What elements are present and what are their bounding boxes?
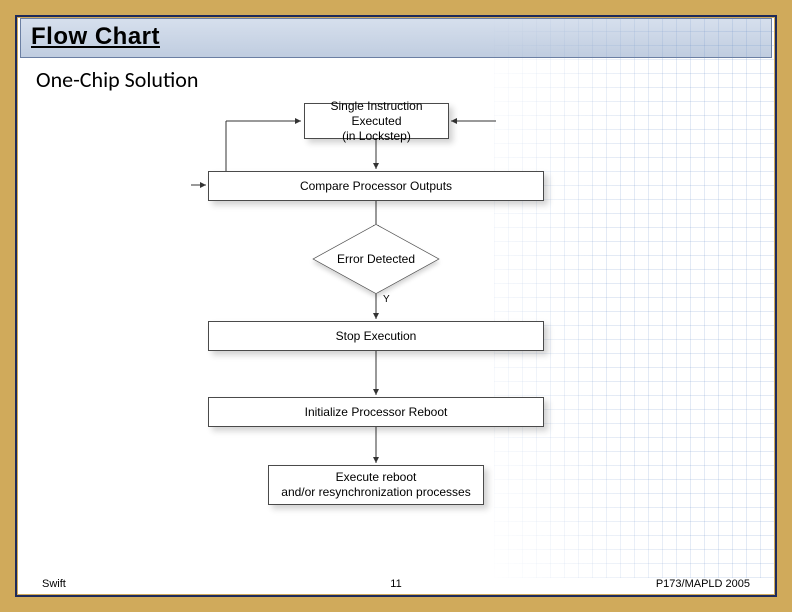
- flow-step-instruction: Single Instruction Executed (in Lockstep…: [304, 103, 449, 139]
- flow-step-instruction-line1: Single Instruction Executed: [311, 99, 442, 129]
- flow-step-stop: Stop Execution: [208, 321, 544, 351]
- flow-step-stop-label: Stop Execution: [336, 329, 417, 344]
- flow-step-execute-line1: Execute reboot: [281, 470, 470, 485]
- slide-footer: Swift 11 P173/MAPLD 2005: [18, 578, 774, 590]
- flowchart: Y Single Instruction Executed (in Lockst…: [136, 97, 656, 543]
- subtitle: One-Chip Solution: [36, 66, 774, 93]
- flow-step-execute-reboot: Execute reboot and/or resynchronization …: [268, 465, 484, 505]
- flow-step-execute-line2: and/or resynchronization processes: [281, 485, 470, 500]
- flow-step-reboot-init: Initialize Processor Reboot: [208, 397, 544, 427]
- flow-step-instruction-line2: (in Lockstep): [311, 129, 442, 144]
- flow-step-compare: Compare Processor Outputs: [208, 171, 544, 201]
- slide-content: Flow Chart One-Chip Solution: [18, 18, 774, 594]
- flow-decision-error: Error Detected: [291, 231, 461, 287]
- page-title: Flow Chart: [31, 23, 761, 51]
- footer-page-number: 11: [18, 578, 774, 590]
- decision-yes-label: Y: [383, 294, 390, 305]
- flow-decision-label: Error Detected: [291, 231, 461, 287]
- flow-step-compare-label: Compare Processor Outputs: [300, 179, 452, 194]
- title-bar: Flow Chart: [20, 18, 772, 58]
- flow-step-reboot-init-label: Initialize Processor Reboot: [305, 405, 448, 420]
